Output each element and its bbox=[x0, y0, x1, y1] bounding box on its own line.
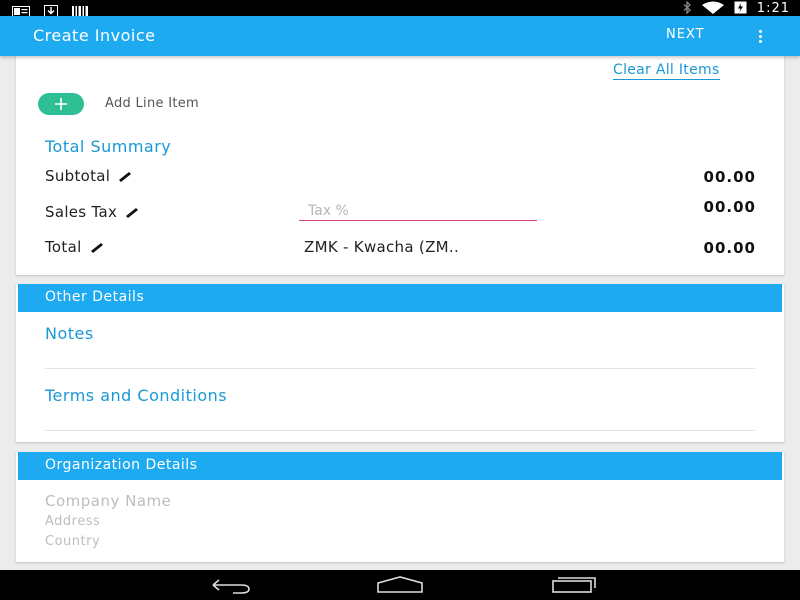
edit-total-pencil-icon[interactable] bbox=[89, 241, 105, 253]
other-details-card: Other Details Notes Terms and Conditions bbox=[16, 284, 784, 442]
other-details-header-label: Other Details bbox=[45, 289, 145, 305]
organization-details-header-label: Organization Details bbox=[45, 457, 198, 473]
plus-icon bbox=[54, 97, 68, 111]
page-title: Create Invoice bbox=[33, 26, 156, 45]
edit-subtotal-pencil-icon[interactable] bbox=[117, 170, 133, 182]
terms-divider bbox=[45, 430, 755, 431]
back-icon[interactable] bbox=[205, 576, 253, 598]
subtotal-label: Subtotal bbox=[45, 167, 111, 185]
subtotal-value: 00.00 bbox=[703, 168, 756, 186]
add-line-item-label: Add Line Item bbox=[105, 96, 200, 111]
edit-sales-tax-pencil-icon[interactable] bbox=[124, 206, 140, 218]
total-label: Total bbox=[45, 238, 82, 256]
organization-details-header: Organization Details bbox=[18, 452, 782, 480]
total-value: 00.00 bbox=[703, 239, 756, 257]
navigation-bar bbox=[0, 570, 800, 600]
summary-card: Clear All Items Add Line Item Total Summ… bbox=[16, 56, 784, 275]
organization-details-card: Organization Details Company Name Addres… bbox=[16, 452, 784, 562]
next-button[interactable]: NEXT bbox=[666, 27, 705, 42]
total-summary-title: Total Summary bbox=[45, 137, 172, 156]
bluetooth-icon bbox=[682, 0, 692, 18]
clear-all-items-link[interactable]: Clear All Items bbox=[613, 62, 720, 80]
recent-apps-icon[interactable] bbox=[548, 576, 596, 598]
terms-and-conditions-field[interactable]: Terms and Conditions bbox=[45, 386, 227, 405]
status-bar-right: 1:21 bbox=[682, 0, 790, 16]
total-row-label: Total bbox=[45, 238, 105, 256]
app-bar: Create Invoice NEXT bbox=[0, 16, 800, 56]
subtotal-row-label: Subtotal bbox=[45, 167, 133, 185]
home-icon[interactable] bbox=[376, 576, 424, 598]
company-name-field[interactable]: Company Name bbox=[45, 492, 171, 510]
notes-field[interactable]: Notes bbox=[45, 324, 94, 343]
status-time: 1:21 bbox=[756, 0, 790, 16]
status-bar: 1:21 bbox=[0, 0, 800, 17]
battery-charging-icon bbox=[734, 0, 747, 18]
add-line-item-button[interactable] bbox=[38, 93, 84, 115]
more-vert-icon[interactable] bbox=[750, 26, 770, 46]
wifi-icon bbox=[701, 0, 724, 18]
other-details-header: Other Details bbox=[18, 284, 782, 312]
address-field[interactable]: Address bbox=[45, 514, 100, 529]
currency-selector[interactable]: ZMK - Kwacha (ZM.. bbox=[304, 238, 459, 256]
notes-divider bbox=[45, 368, 755, 369]
sales-tax-row-label: Sales Tax bbox=[45, 203, 140, 221]
sales-tax-label: Sales Tax bbox=[45, 203, 118, 221]
tax-percent-input[interactable] bbox=[299, 201, 537, 221]
country-field[interactable]: Country bbox=[45, 534, 100, 549]
sales-tax-value: 00.00 bbox=[703, 198, 756, 216]
